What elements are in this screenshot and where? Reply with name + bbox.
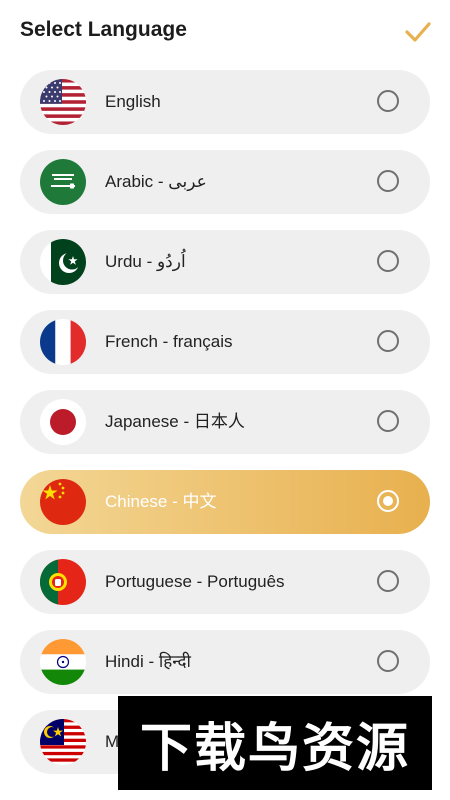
header: Select Language [0,0,450,62]
watermark-overlay: 下载鸟资源 [118,696,432,790]
us-flag-icon [40,79,86,125]
language-label: Chinese - 中文 [105,492,217,511]
language-list: English Arabic - عربى Urdu - اُردُو Fren… [20,70,430,790]
language-item-urdu[interactable]: Urdu - اُردُو [20,230,430,294]
malaysia-flag-icon [40,719,86,765]
language-label: Japanese - 日本人 [105,412,245,431]
portugal-flag-icon [40,559,86,605]
page-title: Select Language [20,18,187,41]
language-item-arabic[interactable]: Arabic - عربى [20,150,430,214]
language-label: English [105,92,161,111]
watermark-text: 下载鸟资源 [139,718,410,779]
radio-button[interactable] [377,90,399,112]
language-label: Portuguese - Português [105,572,285,591]
language-label: Urdu - اُردُو [105,252,186,271]
india-flag-icon [40,639,86,685]
confirm-check-button[interactable] [402,18,434,46]
radio-button[interactable] [377,250,399,272]
radio-button[interactable] [377,650,399,672]
saudi-flag-icon [40,159,86,205]
language-item-english[interactable]: English [20,70,430,134]
china-flag-icon [40,479,86,525]
language-item-chinese[interactable]: Chinese - 中文 [20,470,430,534]
language-item-portuguese[interactable]: Portuguese - Português [20,550,430,614]
radio-button[interactable] [377,170,399,192]
checkmark-icon [405,22,431,42]
france-flag-icon [40,319,86,365]
pakistan-flag-icon [40,239,86,285]
language-item-french[interactable]: French - français [20,310,430,374]
radio-button[interactable] [377,570,399,592]
language-item-hindi[interactable]: Hindi - हिन्दी [20,630,430,694]
japan-flag-icon [40,399,86,445]
language-label: Hindi - हिन्दी [105,652,191,671]
language-label: Arabic - عربى [105,172,207,191]
language-item-japanese[interactable]: Japanese - 日本人 [20,390,430,454]
radio-button[interactable] [377,410,399,432]
radio-button-selected[interactable] [377,490,399,512]
radio-button[interactable] [377,330,399,352]
language-label: French - français [105,332,233,351]
